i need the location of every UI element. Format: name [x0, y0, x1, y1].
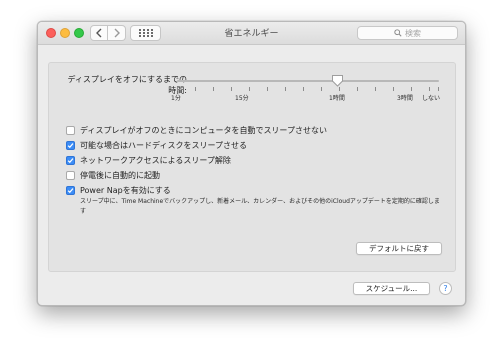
tick-label-1min: 1分 [171, 95, 181, 102]
preferences-window: 省エネルギー 検索 ディスプレイをオフにするまでの時間: [37, 21, 466, 306]
slider-tick [438, 87, 439, 91]
slider-tick [249, 87, 250, 91]
slider-tick [285, 87, 286, 91]
option-power-nap[interactable]: Power Napを有効にする [66, 185, 171, 196]
slider-tick [213, 87, 214, 91]
option-label: ディスプレイがオフのときにコンピュータを自動でスリープさせない [80, 126, 327, 135]
option-label: Power Napを有効にする [80, 186, 171, 195]
slider-tick [339, 87, 340, 91]
slider-tick [195, 87, 196, 91]
option-restart-power-failure[interactable]: 停電後に自動的に起動 [66, 170, 160, 181]
power-nap-description: スリープ中に、Time Machineでバックアップし、新着メール、カレンダー、… [80, 198, 440, 215]
checkbox-checked[interactable] [66, 141, 75, 150]
tick-label-15min: 15分 [235, 95, 249, 102]
option-label: ネットワークアクセスによるスリープ解除 [80, 156, 231, 165]
slider-tick [231, 87, 232, 91]
slider-tick [303, 87, 304, 91]
title-bar: 省エネルギー 検索 [38, 22, 465, 45]
option-wake-network[interactable]: ネットワークアクセスによるスリープ解除 [66, 155, 231, 166]
slider-tick [411, 87, 412, 91]
display-sleep-slider-thumb[interactable] [331, 74, 344, 87]
tick-label-1hour: 1時間 [329, 95, 345, 102]
option-label: 可能な場合はハードディスクをスリープさせる [80, 141, 247, 150]
schedule-button[interactable]: スケジュール... [353, 282, 430, 295]
tick-label-never: しない [422, 95, 441, 102]
checkbox-unchecked[interactable] [66, 171, 75, 180]
display-sleep-slider-track[interactable] [177, 80, 439, 82]
slider-tick [357, 87, 358, 91]
settings-panel: ディスプレイをオフにするまでの時間: 1分 15分 1時間 3時間 [48, 62, 456, 272]
search-field[interactable]: 検索 [357, 26, 458, 40]
checkbox-checked[interactable] [66, 156, 75, 165]
checkmark-icon [67, 143, 74, 149]
slider-ticks [177, 87, 439, 92]
option-disk-sleep[interactable]: 可能な場合はハードディスクをスリープさせる [66, 140, 247, 151]
tick-label-3hours: 3時間 [397, 95, 413, 102]
option-prevent-sleep[interactable]: ディスプレイがオフのときにコンピュータを自動でスリープさせない [66, 125, 327, 136]
display-sleep-label: ディスプレイをオフにするまでの時間: [67, 75, 187, 95]
checkbox-checked[interactable] [66, 186, 75, 195]
search-placeholder: 検索 [405, 28, 421, 38]
slider-tick [429, 87, 430, 91]
slider-tick [375, 87, 376, 91]
restore-defaults-button[interactable]: デフォルトに戻す [356, 242, 442, 255]
checkmark-icon [67, 188, 74, 194]
search-icon [394, 29, 402, 37]
checkbox-unchecked[interactable] [66, 126, 75, 135]
slider-tick [393, 87, 394, 91]
slider-tick [321, 87, 322, 91]
help-button[interactable]: ? [439, 282, 452, 295]
slider-tick [267, 87, 268, 91]
slider-tick [177, 87, 178, 91]
option-label: 停電後に自動的に起動 [80, 171, 160, 180]
checkmark-icon [67, 158, 74, 164]
